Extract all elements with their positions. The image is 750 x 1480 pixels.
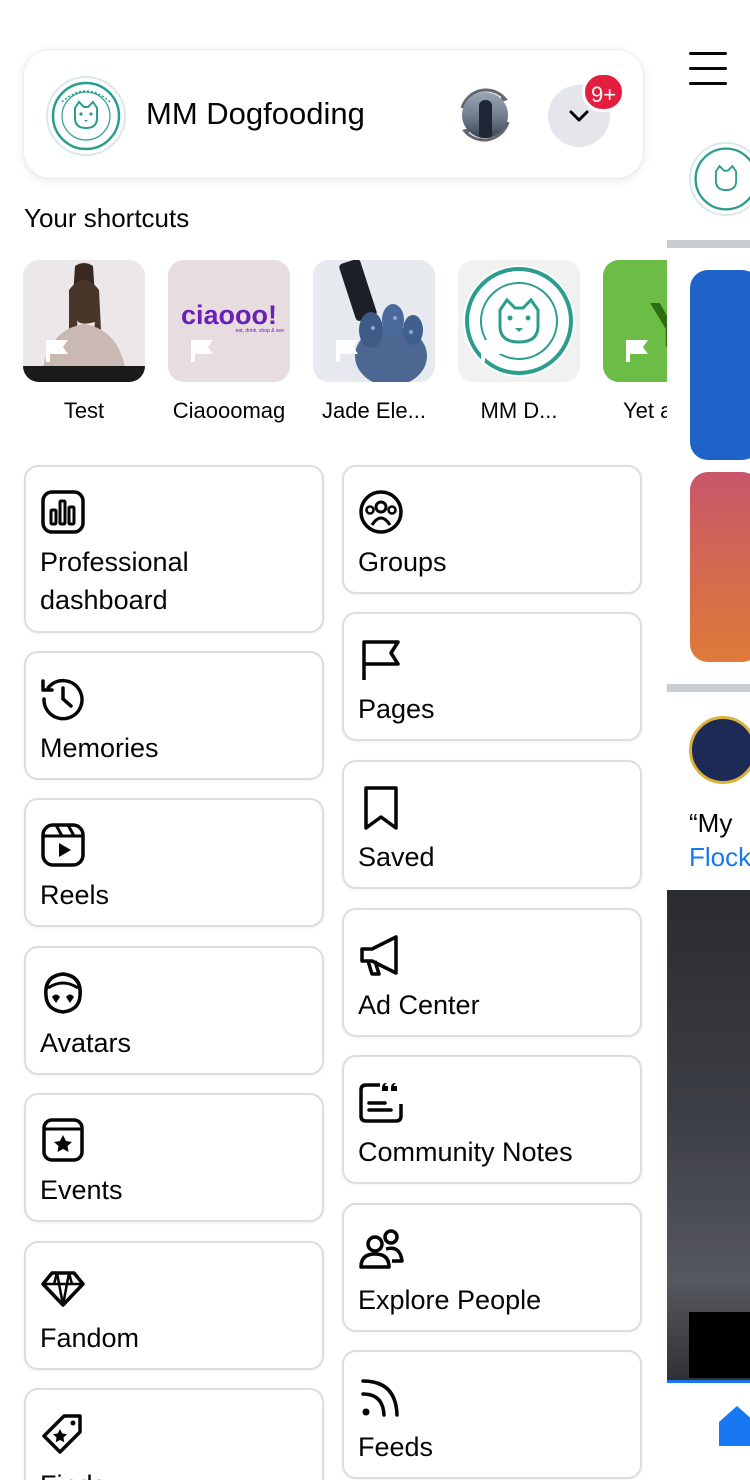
menu-tile-label: Finds — [40, 1466, 310, 1480]
story-card[interactable] — [690, 270, 750, 460]
shortcut-item-mm-dogfooding[interactable]: MM D... — [458, 260, 580, 424]
shortcut-thumb: Y — [603, 260, 667, 382]
shortcut-item-yet[interactable]: Y Yet a — [603, 260, 667, 424]
menu-tile-label: Events — [40, 1175, 123, 1205]
menu-tile-label: Ad Center — [358, 990, 480, 1020]
page-flag-icon — [46, 340, 68, 362]
post-author-avatar[interactable] — [689, 716, 750, 784]
ciaooo-logo-text: ciaooo! — [180, 300, 277, 330]
explore-people-icon — [359, 1229, 404, 1269]
menu-tile-community-notes[interactable]: Community Notes — [342, 1055, 642, 1184]
menu-tile-saved[interactable]: Saved — [342, 760, 642, 889]
feed-separator — [667, 240, 750, 248]
shortcut-label: Jade Ele... — [322, 398, 426, 423]
shortcut-label: Ciaooomag — [172, 398, 286, 423]
finds-icon — [42, 1414, 82, 1454]
menu-tile-label: Memories — [40, 733, 159, 763]
background-feed: “My Flock — [667, 0, 750, 1480]
shortcut-thumb — [23, 260, 145, 382]
media-overlay — [689, 1312, 750, 1378]
menu-tile-feeds[interactable]: Feeds — [342, 1350, 642, 1479]
menu-tile-explore-people[interactable]: Explore People — [342, 1203, 642, 1332]
dog-logo-icon — [458, 260, 580, 382]
profile-avatar — [462, 92, 508, 138]
page-flag-icon — [626, 340, 648, 362]
shortcut-item-ciaooomag[interactable]: ciaooo! eat, drink, shop & see Ciaooomag — [168, 260, 290, 424]
reels-icon — [41, 823, 85, 867]
hamburger-menu-icon[interactable] — [689, 52, 727, 86]
page-flag-icon — [336, 340, 358, 362]
menu-tile-pages[interactable]: Pages — [342, 612, 642, 741]
page-flag-icon — [481, 340, 503, 362]
fandom-icon — [41, 1271, 85, 1307]
shortcut-item-test[interactable]: Test — [23, 260, 145, 424]
menu-tile-label: Groups — [358, 547, 447, 577]
chevron-down-icon — [569, 110, 589, 122]
shortcut-thumb — [458, 260, 580, 382]
dashboard-icon — [41, 490, 85, 534]
dog-logo-icon — [50, 80, 122, 152]
shortcut-label: Yet a — [623, 398, 667, 423]
groups-icon — [359, 490, 403, 534]
menu-tile-reels[interactable]: Reels — [24, 798, 324, 927]
shortcut-label: Test — [63, 398, 105, 423]
profile-header-card[interactable]: MM Dogfooding 9+ — [24, 50, 643, 178]
saved-icon — [364, 786, 398, 830]
menu-tile-label: Professional dashboard — [40, 547, 189, 615]
switch-profile-button[interactable] — [454, 84, 516, 146]
pages-icon — [362, 640, 400, 680]
notification-badge: 9+ — [582, 72, 626, 112]
feeds-icon — [361, 1379, 399, 1417]
menu-tile-ad-center[interactable]: Ad Center — [342, 908, 642, 1037]
shortcut-thumb — [313, 260, 435, 382]
menu-tile-label: Feeds — [358, 1432, 434, 1462]
community-notes-icon — [359, 1083, 403, 1123]
shortcuts-title: Your shortcuts — [24, 203, 190, 233]
menu-tile-finds[interactable]: Finds — [24, 1388, 324, 1480]
menu-tile-label: Saved — [358, 842, 435, 872]
post-link[interactable]: Flock — [689, 842, 750, 873]
page-flag-icon — [191, 340, 213, 362]
menu-tile-events[interactable]: Events — [24, 1093, 324, 1222]
shortcut-thumb: ciaooo! eat, drink, shop & see — [168, 260, 290, 382]
menu-tile-fandom[interactable]: Fandom — [24, 1241, 324, 1370]
nail-polish-photo-icon — [313, 260, 435, 382]
page-logo — [46, 76, 126, 156]
menu-tile-avatars[interactable]: Avatars — [24, 946, 324, 1075]
avatars-icon — [44, 972, 82, 1014]
ciaooo-logo-subtext: eat, drink, shop & see — [235, 328, 284, 334]
menu-tile-memories[interactable]: Memories — [24, 651, 324, 780]
menu-panel: MM Dogfooding 9+ Your shortcuts Test cia… — [0, 0, 667, 1480]
page-name: MM Dogfooding — [146, 96, 365, 131]
shortcut-label: MM D... — [480, 398, 558, 423]
menu-tile-label: Avatars — [40, 1028, 132, 1058]
post-media[interactable] — [667, 890, 750, 1380]
menu-tile-label: Community Notes — [358, 1137, 573, 1167]
menu-tile-label: Explore People — [358, 1285, 542, 1315]
person-photo-icon — [23, 260, 145, 382]
home-icon[interactable] — [717, 1402, 750, 1448]
menu-tile-label: Fandom — [40, 1323, 140, 1353]
events-icon — [42, 1118, 84, 1162]
memories-icon — [41, 678, 84, 721]
story-card[interactable] — [690, 472, 750, 662]
post-text: “My — [689, 808, 733, 838]
shortcut-item-jade[interactable]: Jade Ele... — [313, 260, 435, 424]
menu-tile-label: Reels — [40, 880, 110, 910]
menu-tile-groups[interactable]: Groups — [342, 465, 642, 594]
menu-tile-label: Pages — [358, 694, 435, 724]
menu-tile-professional-dashboard[interactable]: Professional dashboard — [24, 465, 324, 633]
ad-center-icon — [360, 935, 398, 976]
feed-separator — [667, 684, 750, 692]
dog-logo-icon — [694, 147, 750, 211]
